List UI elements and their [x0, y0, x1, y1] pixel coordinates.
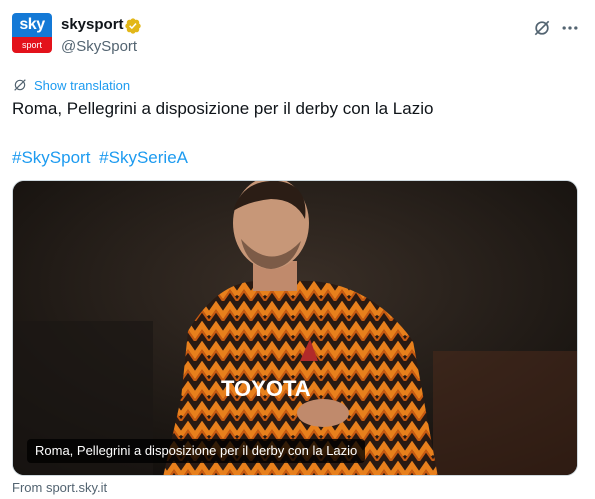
verified-badge-icon — [125, 18, 141, 34]
hashtag-link[interactable]: #SkySerieA — [99, 148, 188, 167]
more-icon[interactable] — [560, 18, 580, 38]
show-translation-link[interactable]: Show translation — [34, 78, 130, 93]
hashtags: #SkySport #SkySerieA — [12, 147, 192, 169]
hashtag-link[interactable]: #SkySport — [12, 148, 90, 167]
grok-icon[interactable] — [532, 18, 552, 38]
card-source[interactable]: From sport.sky.it — [12, 480, 107, 495]
translation-row: Show translation — [12, 76, 130, 94]
avatar-logo-bottom: sport — [12, 37, 52, 53]
avatar-logo-top: sky — [12, 13, 52, 37]
tweet-text: Roma, Pellegrini a disposizione per il d… — [12, 99, 434, 118]
avatar[interactable]: sky sport — [12, 13, 52, 53]
shirt-sponsor: TOYOTA — [221, 376, 311, 401]
handle[interactable]: @SkySport — [61, 38, 137, 55]
media-card[interactable]: TOYOTA Roma, Pellegrini a disposizione p… — [12, 180, 578, 476]
translate-icon — [14, 79, 26, 91]
player-photo: TOYOTA — [13, 181, 577, 475]
display-name[interactable]: skysport — [61, 16, 124, 33]
tweet: sky sport skysport @SkySport Show transl… — [0, 0, 595, 499]
media-caption: Roma, Pellegrini a disposizione per il d… — [27, 439, 366, 463]
